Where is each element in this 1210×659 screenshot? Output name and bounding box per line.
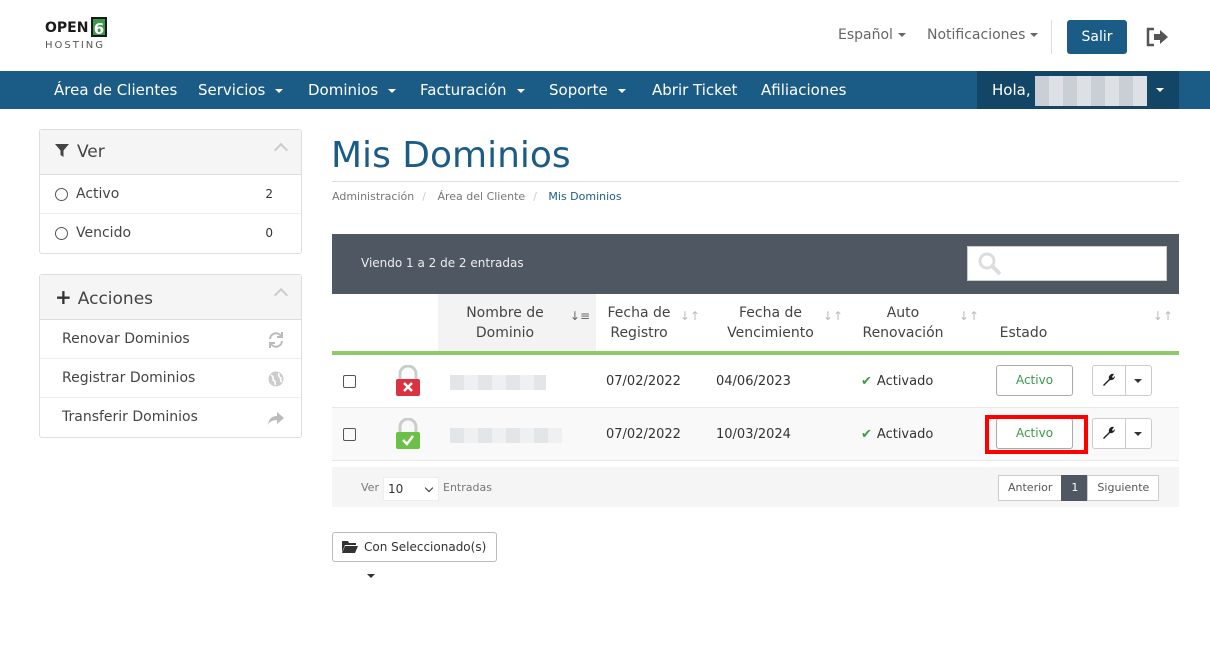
filter-panel-header[interactable]: Ver — [40, 130, 301, 175]
fecha-vencimiento: 04/06/2023 — [716, 374, 791, 389]
search-icon — [978, 252, 1002, 276]
globe-icon — [268, 371, 284, 387]
col-nombre[interactable]: Nombre de Dominio ↓≡ — [438, 294, 596, 351]
manage-dropdown-group[interactable] — [1092, 418, 1152, 449]
redacted-domain-name[interactable] — [450, 428, 562, 443]
row-checkbox[interactable] — [343, 428, 356, 441]
radio-icon[interactable] — [55, 188, 68, 201]
main-navbar: Área de Clientes Servicios Dominios Fact… — [0, 71, 1210, 109]
header-divider — [1051, 20, 1052, 54]
sort-icon: ↓↑ — [822, 309, 843, 323]
language-dropdown[interactable]: Español — [838, 27, 906, 43]
notifications-dropdown[interactable]: Notificaciones — [927, 27, 1039, 43]
manage-button[interactable] — [1093, 366, 1126, 395]
wrench-icon — [1103, 426, 1116, 439]
filter-vencido[interactable]: Vencido 0 — [40, 214, 301, 253]
pagination-next[interactable]: Siguiente — [1087, 475, 1160, 501]
breadcrumb-item[interactable]: Administración — [332, 190, 414, 203]
chevron-down-icon[interactable] — [1134, 379, 1142, 383]
redacted-domain-name[interactable] — [450, 375, 546, 390]
nav-facturacion[interactable]: Facturación — [420, 71, 525, 109]
table-toolbar: Viendo 1 a 2 de 2 entradas — [332, 234, 1179, 294]
fecha-vencimiento: 10/03/2024 — [716, 427, 791, 442]
chevron-up-icon[interactable] — [273, 142, 289, 158]
highlight-annotation-box — [985, 415, 1088, 454]
logout-button[interactable]: Salir — [1067, 20, 1127, 54]
fecha-registro: 07/02/2022 — [606, 374, 681, 389]
share-icon — [268, 412, 284, 425]
bulk-action-button[interactable]: Con Seleccionado(s) — [332, 532, 497, 578]
chevron-down-icon — [424, 483, 434, 493]
filter-panel: Ver Activo 2 Vencido 0 — [39, 129, 302, 254]
title-divider — [332, 181, 1179, 182]
chevron-down-icon[interactable] — [1134, 432, 1142, 436]
pagination: Anterior 1 Siguiente — [998, 475, 1160, 501]
col-registro[interactable]: Fecha de Registro ↓↑ — [596, 294, 706, 351]
count-badge: 0 — [265, 226, 273, 240]
refresh-icon — [269, 332, 283, 348]
check-icon: ✔ — [861, 374, 872, 389]
filter-activo[interactable]: Activo 2 — [40, 175, 301, 214]
transferir-dominios-link[interactable]: Transferir Dominios — [40, 398, 301, 437]
page-title: Mis Dominios — [331, 135, 571, 176]
nav-abrir-ticket[interactable]: Abrir Ticket — [652, 71, 737, 109]
folder-open-icon — [342, 541, 358, 553]
row-checkbox[interactable] — [343, 375, 356, 388]
sign-out-icon[interactable] — [1145, 27, 1169, 47]
nav-servicios[interactable]: Servicios — [198, 71, 284, 109]
nav-area-clientes[interactable]: Área de Clientes — [54, 71, 177, 109]
ssl-active-lock-icon — [396, 418, 420, 449]
breadcrumb: Administración / Área del Cliente / Mis Do… — [332, 190, 622, 203]
actions-panel: + Acciones Renovar Dominios Registrar Dom… — [39, 274, 302, 438]
col-vencimiento[interactable]: Fecha de Vencimiento ↓↑ — [706, 294, 849, 351]
breadcrumb-current: Mis Dominios — [548, 190, 622, 203]
nav-soporte[interactable]: Soporte — [549, 71, 626, 109]
sort-asc-icon: ↓≡ — [569, 309, 590, 323]
sort-icon: ↓↑ — [679, 309, 700, 323]
fecha-registro: 07/02/2022 — [606, 427, 681, 442]
table-header: Nombre de Dominio ↓≡ Fecha de Registro ↓… — [332, 294, 1179, 355]
count-badge: 2 — [265, 187, 273, 201]
chevron-up-icon[interactable] — [273, 287, 289, 303]
sort-icon: ↓↑ — [958, 309, 979, 323]
col-auto-renovacion[interactable]: Auto Renovación ↓↑ — [849, 294, 985, 351]
redacted-username — [1035, 76, 1147, 106]
breadcrumb-item[interactable]: Área del Cliente — [437, 190, 525, 203]
radio-icon[interactable] — [55, 227, 68, 240]
sort-icon: ↓↑ — [1152, 309, 1173, 323]
auto-renovacion: ✔ Activado — [861, 374, 934, 389]
wrench-icon — [1103, 373, 1116, 386]
page-size-select[interactable]: 10 — [383, 477, 439, 501]
pagination-prev[interactable]: Anterior — [998, 475, 1063, 501]
user-menu[interactable]: Hola, N — [977, 71, 1179, 109]
nav-afiliaciones[interactable]: Afiliaciones — [761, 71, 846, 109]
renovar-dominios-link[interactable]: Renovar Dominios — [40, 320, 301, 359]
actions-panel-header[interactable]: + Acciones — [40, 275, 301, 320]
filter-icon — [55, 144, 69, 157]
table-info: Viendo 1 a 2 de 2 entradas — [361, 256, 524, 270]
registrar-dominios-link[interactable]: Registrar Dominios — [40, 359, 301, 398]
manage-dropdown-group[interactable] — [1092, 365, 1152, 396]
manage-button[interactable] — [1093, 419, 1126, 448]
col-ssl — [377, 294, 438, 351]
chevron-down-icon — [1156, 88, 1164, 92]
plus-icon: + — [55, 285, 72, 309]
status-badge[interactable]: Activo — [996, 365, 1073, 396]
col-estado[interactable]: Estado — [985, 294, 1083, 351]
table-footer: Ver 10 Entradas Anterior 1 Siguiente — [332, 467, 1179, 507]
ssl-inactive-lock-icon — [396, 365, 420, 396]
nav-dominios[interactable]: Dominios — [308, 71, 397, 109]
table-row: 07/02/2022 04/06/2023 ✔ Activado Activo — [332, 355, 1179, 408]
auto-renovacion: ✔ Activado — [861, 427, 934, 442]
table-search-input[interactable] — [967, 246, 1167, 281]
check-icon: ✔ — [861, 427, 872, 442]
pagination-current[interactable]: 1 — [1061, 475, 1089, 501]
open6-hosting-logo[interactable]: OPEN 6 HOSTING — [45, 17, 111, 53]
col-acciones[interactable]: ↓↑ — [1083, 294, 1179, 351]
top-header: OPEN 6 HOSTING Español Notificaciones Sa… — [0, 0, 1210, 71]
